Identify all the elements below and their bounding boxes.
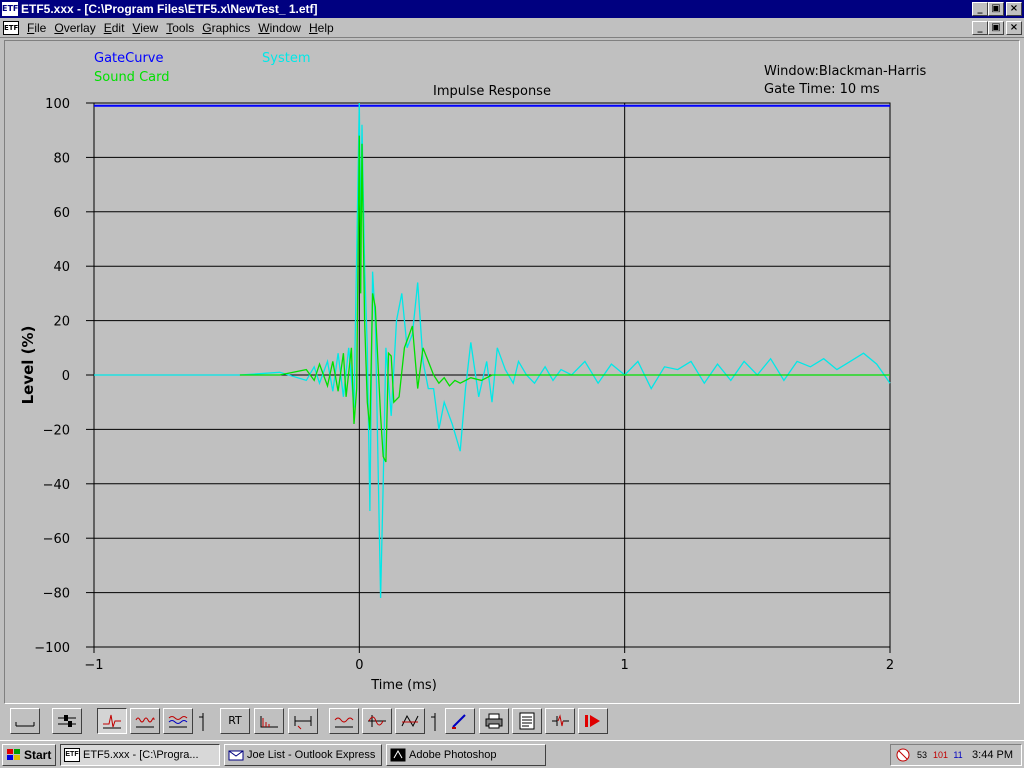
y-tick-label: 20 <box>53 315 70 330</box>
y-tick-label: −80 <box>43 587 70 602</box>
bottom-toolbar: RT <box>0 705 1024 737</box>
x-tick-label: 0 <box>355 658 363 673</box>
title-bar: ETF ETF5.xxx - [C:\Program Files\ETF5.x\… <box>0 0 1024 18</box>
task-photoshop[interactable]: Adobe Photoshop <box>386 744 546 766</box>
tray-speaker-icon[interactable] <box>895 748 911 762</box>
overlay-icon <box>168 716 188 728</box>
window-title: ETF5.xxx - [C:\Program Files\ETF5.x\NewT… <box>21 2 318 16</box>
y-tick-label: −100 <box>34 641 70 656</box>
play-button[interactable] <box>578 708 608 734</box>
menu-graphics[interactable]: Graphics <box>202 21 250 35</box>
outlook-express-icon <box>228 750 244 761</box>
task-label: Adobe Photoshop <box>409 749 497 761</box>
color-pen-button[interactable] <box>445 708 475 734</box>
tray-icon-3[interactable]: 11 <box>951 748 965 762</box>
frequency-view-button[interactable] <box>130 708 160 734</box>
rt-button[interactable]: RT <box>220 708 250 734</box>
impulse-icon <box>103 714 121 729</box>
y-axis-label: Level (%) <box>19 326 37 405</box>
doc-minimize-button[interactable]: _ <box>972 21 988 35</box>
menu-tools[interactable]: Tools <box>166 21 194 35</box>
photoshop-icon <box>390 748 406 762</box>
clock[interactable]: 3:44 PM <box>972 749 1013 761</box>
waterfall-button[interactable] <box>395 708 425 734</box>
menu-file[interactable]: File <box>27 21 46 35</box>
print-button[interactable] <box>479 708 509 734</box>
chart-title: Impulse Response <box>433 84 551 99</box>
windows-logo-icon <box>7 749 20 760</box>
frequency-icon <box>135 717 155 728</box>
x-axis-label: Time (ms) <box>370 678 437 693</box>
y-tick-label: −60 <box>43 532 70 547</box>
printer-icon <box>485 713 503 729</box>
task-etf5[interactable]: ETF ETF5.xxx - [C:\Progra... <box>60 744 220 766</box>
time-marker-button[interactable] <box>288 708 318 734</box>
taskbar: Start ETF ETF5.xxx - [C:\Progra... Joe L… <box>0 740 1024 768</box>
document-icon[interactable]: ETF <box>3 20 19 35</box>
spectrum-button[interactable] <box>329 708 359 734</box>
baseline-tool-button[interactable] <box>10 708 40 734</box>
slider-icon <box>58 715 76 727</box>
impulse-view-button[interactable] <box>97 708 127 734</box>
series-sound-card <box>239 135 890 463</box>
y-tick-label: 0 <box>62 369 70 384</box>
marker-icon <box>294 716 312 730</box>
window-controls: _ ▣ × <box>972 2 1022 16</box>
document-icon <box>519 712 535 730</box>
app-icon[interactable]: ETF <box>2 2 18 16</box>
y-tick-label: 40 <box>53 260 70 275</box>
menu-help[interactable]: Help <box>309 21 334 35</box>
chart-panel: GateCurve Sound Card System Window:Black… <box>4 40 1020 704</box>
menu-edit[interactable]: Edit <box>104 21 125 35</box>
menu-view[interactable]: View <box>132 21 158 35</box>
minimize-button[interactable]: _ <box>972 2 988 16</box>
energy-icon <box>260 716 278 728</box>
restore-button[interactable]: ▣ <box>988 2 1004 16</box>
x-tick-label: −1 <box>84 658 103 673</box>
pen-icon <box>452 714 466 729</box>
impulse-response-chart[interactable]: 100 80 60 40 20 0 −20 −40 −60 −80 −100 −1 0 1 2 Impulse… <box>5 41 1019 703</box>
start-button[interactable]: Start <box>2 744 56 766</box>
play-icon <box>585 715 600 727</box>
doc-close-button[interactable]: × <box>1006 21 1022 35</box>
energy-time-button[interactable] <box>254 708 284 734</box>
y-tick-label: −40 <box>43 478 70 493</box>
toolbar-separator-2 <box>430 713 440 731</box>
spectrum-icon <box>334 717 354 728</box>
measure-button[interactable] <box>545 708 575 734</box>
tray-icon-2[interactable]: 101 <box>933 748 948 762</box>
menu-window[interactable]: Window <box>258 21 301 35</box>
waveform-icon <box>368 715 386 727</box>
etf-icon: ETF <box>64 748 80 762</box>
toolbar-separator <box>198 713 208 731</box>
y-tick-label: 60 <box>53 206 70 221</box>
x-tick-label: 2 <box>886 658 894 673</box>
report-button[interactable] <box>512 708 542 734</box>
task-outlook-express[interactable]: Joe List - Outlook Express <box>224 744 382 766</box>
start-label: Start <box>24 748 52 762</box>
series-system <box>94 102 891 599</box>
system-tray: 53 101 11 3:44 PM <box>890 744 1022 766</box>
document-window-controls: _ ▣ × <box>972 21 1022 35</box>
menu-overlay[interactable]: Overlay <box>54 21 95 35</box>
baseline-icon <box>15 722 35 727</box>
close-button[interactable]: × <box>1006 2 1022 16</box>
x-tick-label: 1 <box>621 658 629 673</box>
tray-icon-1[interactable]: 53 <box>915 748 929 762</box>
task-label: Joe List - Outlook Express <box>247 749 376 761</box>
slider-tool-button[interactable] <box>52 708 82 734</box>
doc-restore-button[interactable]: ▣ <box>988 21 1004 35</box>
task-label: ETF5.xxx - [C:\Progra... <box>83 749 199 761</box>
waterfall-icon <box>401 714 419 728</box>
y-tick-label: −20 <box>43 423 70 438</box>
y-tick-label: 100 <box>45 97 70 112</box>
menu-bar: ETF File Overlay Edit View Tools Graphic… <box>0 18 1024 38</box>
waveform-button[interactable] <box>362 708 392 734</box>
y-tick-label: 80 <box>53 151 70 166</box>
menu-file-label: ile <box>34 20 47 35</box>
overlay-view-button[interactable] <box>163 708 193 734</box>
measure-icon <box>552 714 569 727</box>
